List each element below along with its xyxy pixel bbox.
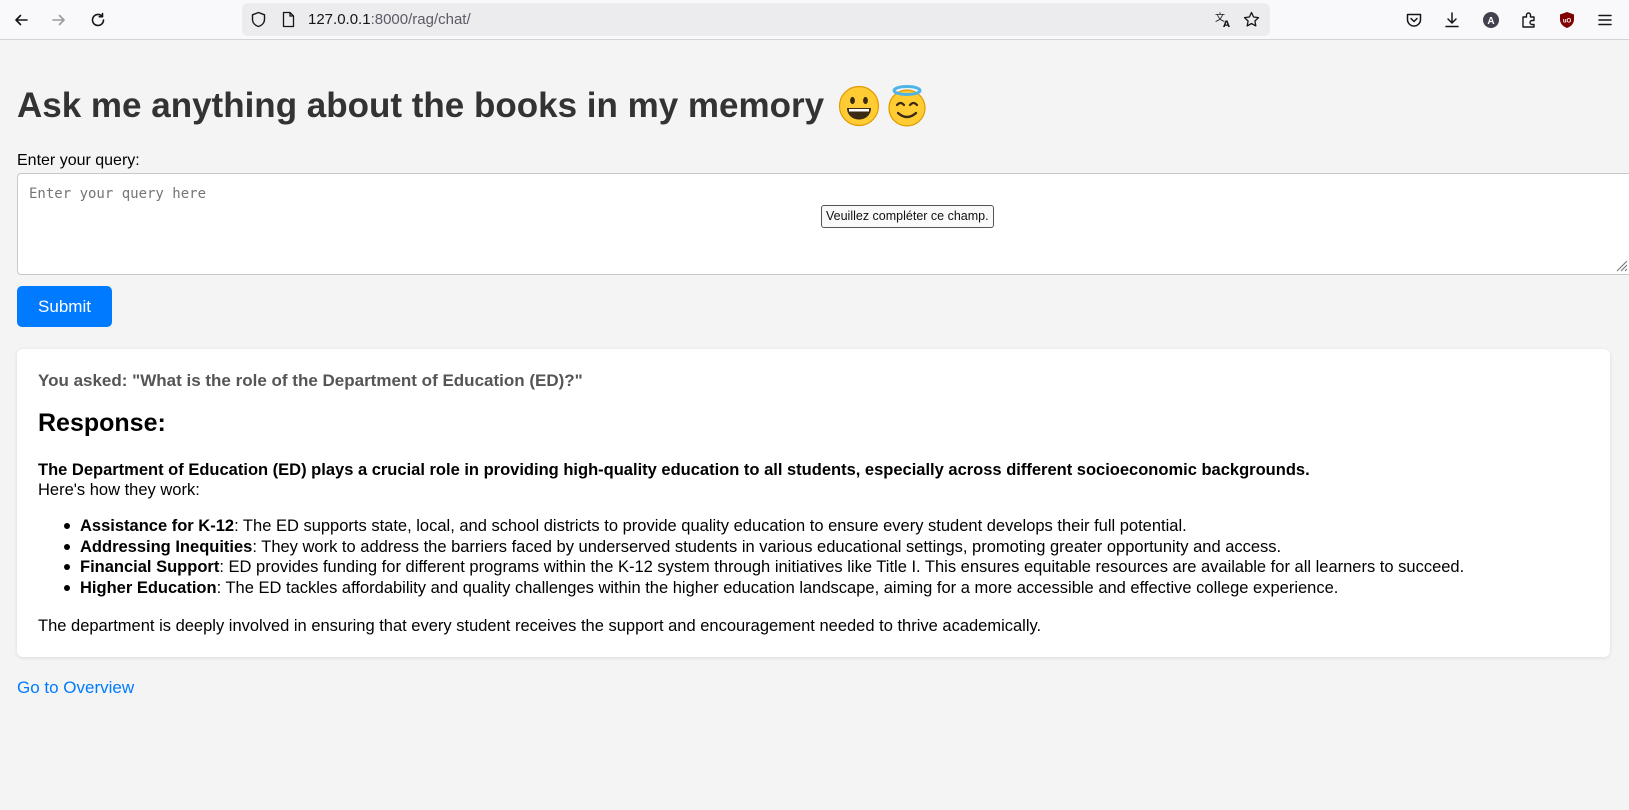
grinning-face-emoji-icon [838, 85, 880, 127]
account-icon[interactable]: A [1477, 6, 1505, 34]
pocket-icon[interactable] [1400, 6, 1428, 34]
bullet-icon [64, 523, 70, 529]
page-icon[interactable] [280, 11, 297, 28]
query-label: Enter your query: [17, 152, 140, 169]
menu-icon[interactable] [1591, 6, 1619, 34]
list-item-text: : The ED tackles affordability and quali… [216, 578, 1339, 597]
list-item-text: : ED provides funding for different prog… [219, 558, 1465, 576]
extensions-icon[interactable] [1515, 6, 1543, 34]
response-card: You asked: "What is the role of the Depa… [17, 349, 1610, 657]
star-icon[interactable] [1243, 11, 1260, 28]
list-item-text: : The ED supports state, local, and scho… [234, 517, 1187, 535]
overview-link[interactable]: Go to Overview [17, 678, 134, 698]
list-item-title: Financial Support [80, 558, 220, 576]
smiling-face-with-halo-emoji-icon [886, 85, 928, 127]
svg-text:A: A [1487, 16, 1494, 27]
forward-icon[interactable] [45, 6, 73, 34]
list-item: Higher Education: The ED tackles afforda… [38, 578, 1464, 599]
list-item: Financial Support: ED provides funding f… [38, 557, 1464, 578]
svg-text:A: A [1223, 20, 1230, 28]
list-item: Assistance for K-12: The ED supports sta… [38, 516, 1464, 537]
browser-toolbar: 127.0.0.1:8000/rag/chat/ 文A A uO [0, 0, 1629, 40]
url-path: :8000/rag/chat/ [370, 11, 471, 28]
response-lead: The Department of Education (ED) plays a… [38, 461, 1310, 479]
list-item-title: Higher Education [80, 578, 217, 597]
response-intro: Here's how they work: [38, 481, 200, 499]
response-outro: The department is deeply involved in ens… [38, 617, 1042, 635]
url-text[interactable]: 127.0.0.1:8000/rag/chat/ [308, 11, 471, 28]
reload-icon[interactable] [84, 6, 112, 34]
shield-icon[interactable] [250, 11, 267, 28]
download-icon[interactable] [1438, 6, 1466, 34]
translate-icon[interactable]: 文A [1215, 11, 1232, 28]
page-title-text: Ask me anything about the books in my me… [17, 86, 825, 125]
ublock-icon[interactable]: uO [1553, 6, 1581, 34]
response-heading: Response: [38, 409, 166, 437]
address-bar[interactable]: 127.0.0.1:8000/rag/chat/ 文A [242, 3, 1270, 36]
back-icon[interactable] [7, 6, 35, 34]
svg-text:uO: uO [1563, 19, 1572, 25]
submit-button[interactable]: Submit [17, 286, 112, 327]
list-item-title: Assistance for K-12 [80, 517, 235, 535]
page-title: Ask me anything about the books in my me… [17, 85, 928, 127]
you-asked-text: You asked: "What is the role of the Depa… [38, 371, 583, 390]
list-item-title: Addressing Inequities [80, 537, 253, 556]
url-host: 127.0.0.1 [308, 11, 371, 28]
bullet-icon [64, 584, 70, 591]
list-item-text: : They work to address the barriers face… [252, 537, 1282, 556]
resize-grip-icon[interactable] [1614, 258, 1628, 272]
validation-tooltip: Veuillez compléter ce champ. [821, 205, 994, 228]
bullet-icon [64, 543, 70, 550]
list-item: Addressing Inequities: They work to addr… [38, 537, 1464, 558]
bullet-icon [64, 564, 70, 570]
response-list: Assistance for K-12: The ED supports sta… [38, 516, 1464, 598]
